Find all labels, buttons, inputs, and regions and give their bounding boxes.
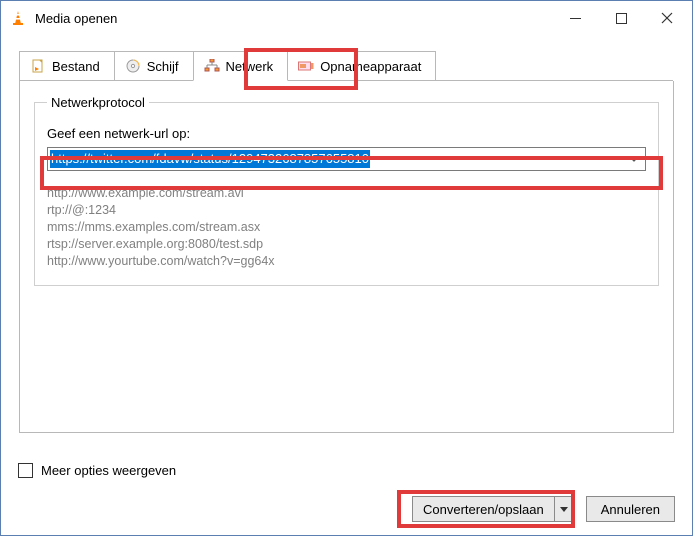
dialog-footer: Meer opties weergeven Converteren/opslaa… (18, 463, 675, 522)
cancel-button[interactable]: Annuleren (586, 496, 675, 522)
url-dropdown-icon[interactable] (626, 151, 642, 167)
network-url-input[interactable] (47, 147, 646, 171)
tab-label: Schijf (147, 59, 179, 74)
example-line: http://www.example.com/stream.avi (47, 185, 646, 202)
url-examples: http://www.example.com/stream.avi rtp://… (47, 185, 646, 269)
tab-panel-network: Netwerkprotocol Geef een netwerk-url op:… (19, 81, 674, 433)
example-line: rtsp://server.example.org:8080/test.sdp (47, 236, 646, 253)
url-label: Geef een netwerk-url op: (47, 126, 646, 141)
tab-bar: Bestand Schijf Netwerk Opnameapparaat (1, 35, 692, 81)
network-icon (204, 58, 220, 74)
tab-file[interactable]: Bestand (19, 51, 115, 81)
more-options-checkbox[interactable] (18, 463, 33, 478)
tab-capture[interactable]: Opnameapparaat (287, 51, 436, 81)
maximize-button[interactable] (598, 3, 644, 33)
example-line: http://www.yourtube.com/watch?v=gg64x (47, 253, 646, 270)
vlc-cone-icon (9, 9, 27, 27)
convert-save-button[interactable]: Converteren/opslaan (412, 496, 574, 522)
dropdown-arrow-icon[interactable] (555, 497, 573, 521)
tab-network[interactable]: Netwerk (193, 51, 289, 81)
convert-save-label: Converteren/opslaan (413, 497, 555, 521)
disc-icon (125, 58, 141, 74)
example-line: mms://mms.examples.com/stream.asx (47, 219, 646, 236)
capture-device-icon (298, 58, 314, 74)
window-title: Media openen (35, 11, 117, 26)
tab-disc[interactable]: Schijf (114, 51, 194, 81)
cancel-label: Annuleren (601, 502, 660, 517)
tab-label: Opnameapparaat (320, 59, 421, 74)
titlebar: Media openen (1, 1, 692, 35)
group-network-protocol: Netwerkprotocol Geef een netwerk-url op:… (34, 95, 659, 286)
example-line: rtp://@:1234 (47, 202, 646, 219)
file-icon (30, 58, 46, 74)
group-legend: Netwerkprotocol (47, 95, 149, 110)
minimize-button[interactable] (552, 3, 598, 33)
more-options-label: Meer opties weergeven (41, 463, 176, 478)
tab-label: Netwerk (226, 59, 274, 74)
close-button[interactable] (644, 3, 690, 33)
tab-label: Bestand (52, 59, 100, 74)
